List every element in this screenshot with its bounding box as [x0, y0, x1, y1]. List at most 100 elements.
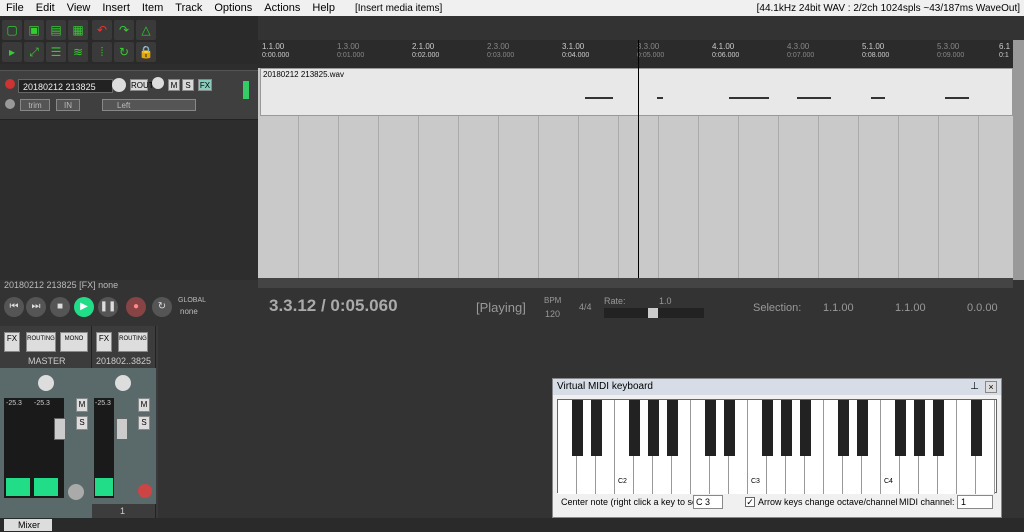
rate-slider[interactable] [604, 308, 704, 318]
black-key[interactable] [629, 400, 640, 456]
automation-mode-select[interactable]: none [180, 307, 198, 316]
track-lane[interactable]: 20180212 213825.wav [258, 68, 1013, 278]
menu-options[interactable]: Options [208, 0, 258, 16]
pin-icon[interactable]: ⊥ [970, 379, 979, 395]
master-fader[interactable] [54, 418, 66, 440]
timeline-ruler[interactable]: 1.1.00 0:00.000 1.3.00 0:01.000 2.1.00 0:02… [258, 40, 1013, 68]
arrange-view[interactable]: 1.1.00 0:00.000 1.3.00 0:01.000 2.1.00 0:02… [258, 40, 1024, 288]
black-key[interactable] [572, 400, 583, 456]
menu-file[interactable]: File [0, 0, 30, 16]
menu-insert[interactable]: Insert [96, 0, 136, 16]
redo-icon[interactable]: ↷ [114, 20, 134, 40]
record-arm-icon[interactable] [5, 79, 15, 89]
black-key[interactable] [857, 400, 868, 456]
master-routing-button[interactable]: ROUTING [26, 332, 56, 352]
master-peak-right: -25.3 [34, 400, 50, 407]
fx-button[interactable]: FX [198, 79, 212, 91]
master-settings-icon[interactable] [68, 484, 84, 500]
ripple-edit-icon[interactable]: ⤢ [24, 42, 44, 62]
black-key[interactable] [648, 400, 659, 456]
tab-mixer[interactable]: Mixer [4, 519, 52, 531]
menu-view[interactable]: View [61, 0, 97, 16]
go-to-start-button[interactable]: ⏮ [4, 297, 24, 317]
track-strip-routing-button[interactable]: ROUTING [118, 332, 148, 352]
monitor-icon[interactable] [5, 99, 15, 109]
repeat-button[interactable]: ↻ [152, 297, 172, 317]
snap-icon[interactable]: ⦙ [92, 42, 112, 62]
stop-button[interactable]: ■ [50, 297, 70, 317]
volume-knob[interactable] [112, 78, 126, 92]
new-project-icon[interactable]: ▢ [2, 20, 22, 40]
horizontal-scrollbar[interactable] [258, 278, 1013, 288]
black-key[interactable] [762, 400, 773, 456]
menu-item[interactable]: Item [136, 0, 169, 16]
audio-device-info[interactable]: [44.1kHz 24bit WAV : 2/2ch 1024spls ~43/… [757, 3, 1024, 14]
master-volume-knob[interactable] [38, 375, 54, 391]
black-key[interactable] [971, 400, 982, 456]
open-project-icon[interactable]: ▣ [24, 20, 44, 40]
route-button[interactable]: ROUTE [130, 79, 159, 91]
black-key[interactable] [933, 400, 944, 456]
mute-button[interactable]: M [168, 79, 180, 91]
piano-keyboard[interactable]: C2 C3 C4 [557, 399, 997, 494]
pan-knob[interactable] [152, 77, 164, 89]
bpm-value[interactable]: 120 [545, 309, 560, 319]
time-display[interactable]: 3.3.12 / 0:05.060 [269, 296, 398, 316]
solo-button[interactable]: S [182, 79, 194, 91]
close-icon[interactable]: × [985, 381, 997, 393]
go-to-end-button[interactable]: ⏭ [26, 297, 46, 317]
master-fx-button[interactable]: FX [4, 332, 20, 352]
mono-button[interactable]: MONO [60, 332, 88, 352]
black-key[interactable] [724, 400, 735, 456]
pause-button[interactable]: ❚❚ [98, 297, 118, 317]
black-key[interactable] [781, 400, 792, 456]
black-key[interactable] [667, 400, 678, 456]
track-strip-volume-knob[interactable] [115, 375, 131, 391]
selection-end[interactable]: 1.1.00 [895, 302, 926, 314]
master-solo-button[interactable]: S [76, 416, 88, 430]
input-button[interactable]: IN [56, 99, 80, 111]
black-key[interactable] [591, 400, 602, 456]
selection-length[interactable]: 0.0.00 [967, 302, 998, 314]
track-strip-fader[interactable] [116, 418, 128, 440]
black-key[interactable] [914, 400, 925, 456]
black-key[interactable] [838, 400, 849, 456]
selection-start[interactable]: 1.1.00 [823, 302, 854, 314]
lock-icon[interactable]: 🔒 [136, 42, 156, 62]
play-button[interactable]: ▶ [74, 297, 94, 317]
arrow-keys-checkbox[interactable]: ✓ [745, 497, 755, 507]
track-name-field[interactable]: 20180212 213825 [18, 79, 113, 93]
item-grouping-icon[interactable]: ☰ [46, 42, 66, 62]
time-signature[interactable]: 4/4 [579, 302, 592, 312]
octave-label: C2 [618, 478, 627, 485]
undo-icon[interactable]: ↶ [92, 20, 112, 40]
menu-edit[interactable]: Edit [30, 0, 61, 16]
menu-help[interactable]: Help [306, 0, 341, 16]
track-header[interactable]: 20180212 213825 ROUTE M S FX trim IN Lef… [0, 70, 258, 120]
media-item[interactable]: 20180212 213825.wav [260, 68, 1013, 116]
track-strip-mute-button[interactable]: M [138, 398, 150, 412]
menu-track[interactable]: Track [169, 0, 208, 16]
grid-toggle-icon[interactable]: ▸ [2, 42, 22, 62]
save-project-icon[interactable]: ▤ [46, 20, 66, 40]
record-button[interactable]: ● [126, 297, 146, 317]
loop-icon[interactable]: ↻ [114, 42, 134, 62]
rate-slider-thumb[interactable] [648, 308, 658, 318]
vmk-title-bar[interactable]: Virtual MIDI keyboard ⊥ × [553, 379, 1001, 395]
track-strip-fx-button[interactable]: FX [96, 332, 112, 352]
track-strip-solo-button[interactable]: S [138, 416, 150, 430]
project-settings-icon[interactable]: ▦ [68, 20, 88, 40]
center-note-field[interactable]: C 3 [693, 495, 723, 509]
trim-mode-button[interactable]: trim [20, 99, 50, 111]
envelope-lock-icon[interactable]: ≋ [68, 42, 88, 62]
input-select[interactable]: Left [102, 99, 196, 111]
vertical-scrollbar[interactable] [1013, 40, 1024, 280]
black-key[interactable] [705, 400, 716, 456]
menu-actions[interactable]: Actions [258, 0, 306, 16]
black-key[interactable] [895, 400, 906, 456]
track-strip-arm-icon[interactable] [138, 484, 152, 498]
master-mute-button[interactable]: M [76, 398, 88, 412]
metronome-icon[interactable]: △ [136, 20, 156, 40]
black-key[interactable] [800, 400, 811, 456]
midi-channel-select[interactable]: 1 [957, 495, 993, 509]
